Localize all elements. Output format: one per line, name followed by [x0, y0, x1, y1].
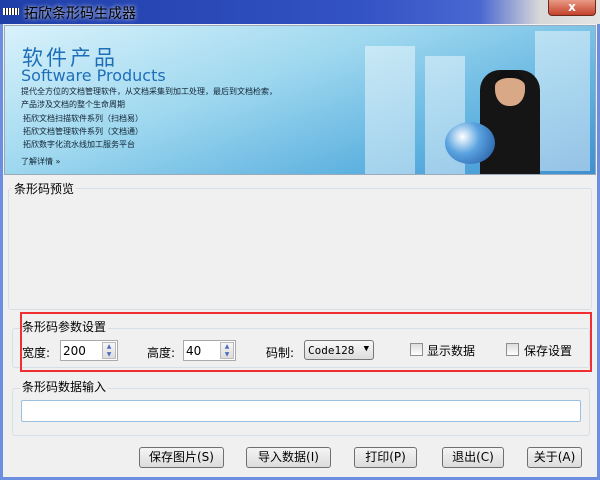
- highlight-box: [20, 312, 592, 372]
- banner-image: 软件产品 Software Products 提代全方位的文档管理软件，从文档采…: [4, 25, 596, 175]
- close-button[interactable]: x: [548, 0, 596, 16]
- preview-group: [8, 188, 592, 310]
- title-bar: 拓欣条形码生成器 x: [0, 0, 600, 24]
- banner-text: 产品涉及文档的整个生命周期: [21, 100, 125, 109]
- exit-button[interactable]: 退出(C): [442, 447, 504, 468]
- import-data-button[interactable]: 导入数据(I): [246, 447, 331, 468]
- banner-text: 提代全方位的文档管理软件，从文档采集到加工处理，最后到文档检索，: [21, 87, 277, 96]
- window-title: 拓欣条形码生成器: [24, 6, 136, 22]
- banner-subheading: Software Products: [21, 66, 166, 85]
- globe-icon: [445, 122, 495, 164]
- print-button[interactable]: 打印(P): [354, 447, 417, 468]
- person-head: [495, 70, 525, 106]
- input-label: 条形码数据输入: [20, 378, 109, 395]
- barcode-data-input[interactable]: [21, 400, 581, 422]
- banner-item: 拓欣文档管理软件系列（文档通）: [23, 127, 143, 136]
- barcode-app-icon: [3, 8, 19, 15]
- about-button[interactable]: 关于(A): [527, 447, 582, 468]
- banner-item: 拓欣文档扫描软件系列（扫档易）: [23, 114, 143, 123]
- more-link[interactable]: 了解详情 »: [21, 156, 60, 167]
- banner-item: 拓欣数字化流水线加工服务平台: [23, 140, 135, 149]
- preview-label: 条形码预览: [12, 180, 77, 197]
- save-image-button[interactable]: 保存图片(S): [139, 447, 224, 468]
